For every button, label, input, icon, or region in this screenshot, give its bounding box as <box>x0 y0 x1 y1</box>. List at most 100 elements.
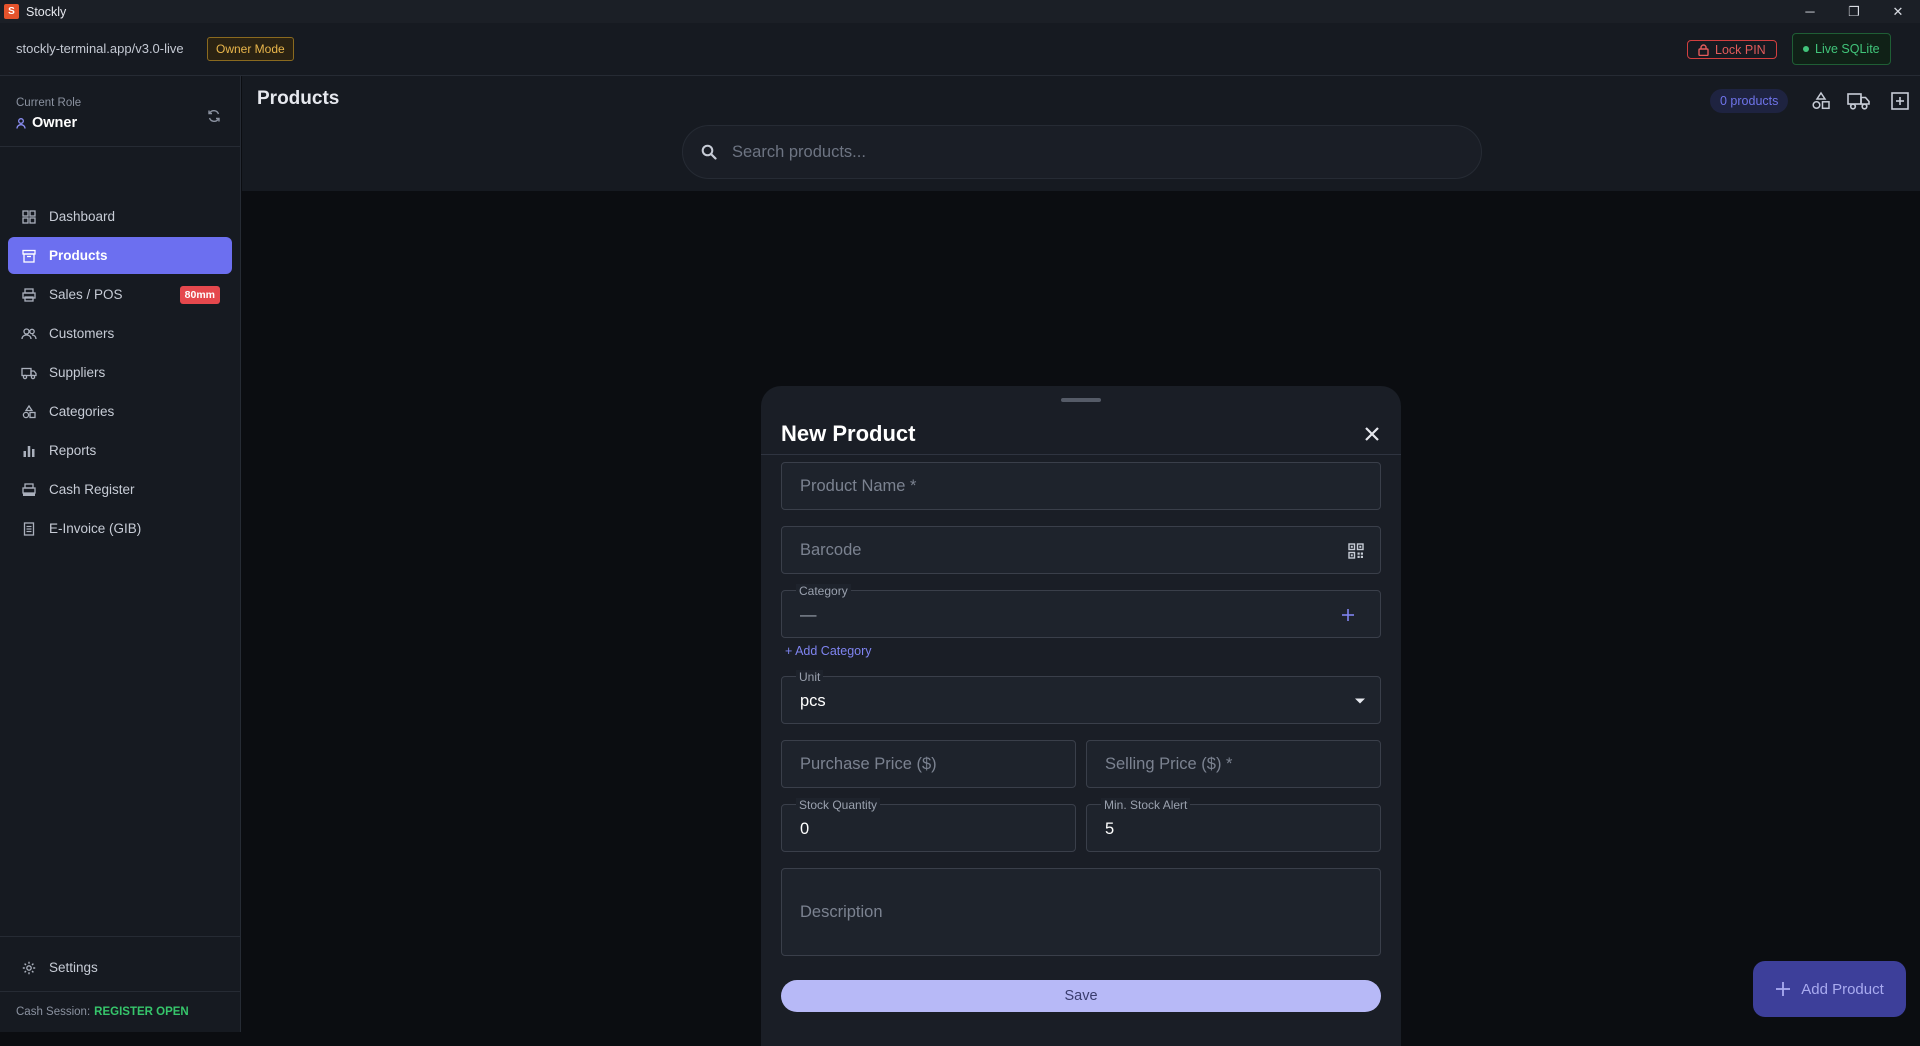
products-header: Products 0 products <box>242 76 1920 191</box>
sidebar-divider <box>0 991 241 992</box>
settings-label: Settings <box>49 960 98 975</box>
cash-session-label: Cash Session: <box>16 1006 91 1018</box>
sidebar-item-settings[interactable]: Settings <box>8 949 232 986</box>
lock-pin-button[interactable]: Lock PIN <box>1687 40 1777 59</box>
sidebar-nav: Dashboard Products Sales / POS 80mm Cust… <box>8 198 232 549</box>
db-status-label: Live SQLite <box>1815 42 1880 56</box>
add-box-icon[interactable] <box>1887 89 1913 113</box>
barcode-placeholder: Barcode <box>800 541 862 559</box>
sidebar-item-label: Cash Register <box>49 482 135 497</box>
window-controls: ─ ❐ ✕ <box>1788 0 1920 23</box>
unit-select[interactable]: Unit pcs <box>781 670 1381 724</box>
dashboard-icon <box>20 208 38 226</box>
current-role: Owner <box>16 115 77 131</box>
sidebar-item-label: Suppliers <box>49 365 106 380</box>
cash-session-value: REGISTER OPEN <box>94 1006 189 1018</box>
min-stock-alert-value: 5 <box>1105 820 1115 838</box>
close-window-button[interactable]: ✕ <box>1876 0 1920 23</box>
sidebar-item-e-invoice[interactable]: E-Invoice (GIB) <box>8 510 232 547</box>
sidebar-divider <box>0 146 241 147</box>
save-button[interactable]: Save <box>781 980 1381 1012</box>
db-status-badge: Live SQLite <box>1792 33 1891 65</box>
shapes-icon <box>20 403 38 421</box>
printer-width-badge: 80mm <box>179 286 220 304</box>
gear-icon <box>20 959 38 977</box>
sidebar-item-dashboard[interactable]: Dashboard <box>8 198 232 235</box>
close-icon[interactable] <box>1360 422 1384 446</box>
min-stock-alert-label: Min. Stock Alert <box>1101 798 1191 812</box>
suppliers-shortcut-icon[interactable] <box>1846 89 1872 113</box>
category-select[interactable]: Category — <box>781 584 1381 638</box>
app-topbar: stockly-terminal.app/v3.0-live Owner Mod… <box>0 23 1920 76</box>
search-icon <box>699 142 719 162</box>
purchase-price-field[interactable]: Purchase Price ($) <box>781 740 1076 788</box>
lock-icon <box>1698 43 1709 56</box>
add-category-link[interactable]: + Add Category <box>785 644 872 658</box>
sidebar-item-suppliers[interactable]: Suppliers <box>8 354 232 391</box>
sidebar: Current Role Owner Dashboard Products Sa… <box>0 76 241 1032</box>
modal-divider <box>761 454 1401 455</box>
qr-code-icon[interactable] <box>1347 542 1365 560</box>
product-name-field[interactable]: Product Name * <box>781 462 1381 510</box>
plus-icon[interactable] <box>1339 606 1357 624</box>
status-dot-icon <box>1803 46 1809 52</box>
description-field[interactable]: Description <box>781 868 1381 956</box>
switch-role-icon[interactable] <box>205 107 223 125</box>
new-product-modal: New Product Product Name * Barcode Categ… <box>761 386 1401 1046</box>
product-name-placeholder: Product Name * <box>800 477 917 495</box>
receipt-icon <box>20 520 38 538</box>
add-product-label: Add Product <box>1801 980 1884 998</box>
page-title: Products <box>257 88 340 109</box>
user-icon <box>16 117 26 129</box>
app-logo-icon: S <box>4 4 19 19</box>
category-label: Category <box>796 584 851 598</box>
sidebar-item-cash-register[interactable]: Cash Register <box>8 471 232 508</box>
sidebar-item-label: Customers <box>49 326 115 341</box>
bar-chart-icon <box>20 442 38 460</box>
sidebar-item-label: Dashboard <box>49 209 116 224</box>
sidebar-item-categories[interactable]: Categories <box>8 393 232 430</box>
users-icon <box>20 325 38 343</box>
purchase-price-placeholder: Purchase Price ($) <box>800 755 937 773</box>
sidebar-item-reports[interactable]: Reports <box>8 432 232 469</box>
unit-value: pcs <box>800 692 826 710</box>
cash-session-status: Cash Session: REGISTER OPEN <box>16 1006 189 1018</box>
app-url: stockly-terminal.app/v3.0-live <box>16 41 184 56</box>
role-label: Current Role <box>16 97 82 109</box>
sidebar-divider <box>0 936 241 937</box>
stock-quantity-field[interactable]: Stock Quantity 0 <box>781 798 1076 852</box>
search-input[interactable] <box>732 132 1452 172</box>
sidebar-item-label: Products <box>49 248 108 263</box>
stock-quantity-value: 0 <box>800 820 810 838</box>
search-bar <box>682 125 1482 179</box>
categories-shortcut-icon[interactable] <box>1808 89 1834 113</box>
plus-icon <box>1776 982 1791 996</box>
add-product-button[interactable]: Add Product <box>1753 961 1906 1017</box>
barcode-field[interactable]: Barcode <box>781 526 1381 574</box>
product-count-badge: 0 products <box>1710 89 1789 113</box>
sidebar-item-label: E-Invoice (GIB) <box>49 521 142 536</box>
sidebar-item-sales-pos[interactable]: Sales / POS 80mm <box>8 276 232 313</box>
truck-icon <box>20 364 38 382</box>
sidebar-item-products[interactable]: Products <box>8 237 232 274</box>
window-title: Stockly <box>26 4 67 19</box>
description-placeholder: Description <box>800 903 883 921</box>
category-value: — <box>800 606 817 624</box>
drag-handle[interactable] <box>1061 398 1101 402</box>
register-icon <box>20 481 38 499</box>
sidebar-item-label: Sales / POS <box>49 287 123 302</box>
min-stock-alert-field[interactable]: Min. Stock Alert 5 <box>1086 798 1381 852</box>
selling-price-placeholder: Selling Price ($) * <box>1105 755 1233 773</box>
selling-price-field[interactable]: Selling Price ($) * <box>1086 740 1381 788</box>
unit-label: Unit <box>796 670 824 684</box>
sidebar-item-label: Reports <box>49 443 97 458</box>
modal-title: New Product <box>781 421 916 446</box>
minimize-button[interactable]: ─ <box>1788 0 1832 23</box>
lock-pin-label: Lock PIN <box>1715 42 1766 57</box>
sidebar-item-customers[interactable]: Customers <box>8 315 232 352</box>
chevron-down-icon <box>1354 695 1366 707</box>
restore-button[interactable]: ❐ <box>1832 0 1876 23</box>
sidebar-item-label: Categories <box>49 404 115 419</box>
box-icon <box>20 247 38 265</box>
stock-quantity-label: Stock Quantity <box>796 798 881 812</box>
